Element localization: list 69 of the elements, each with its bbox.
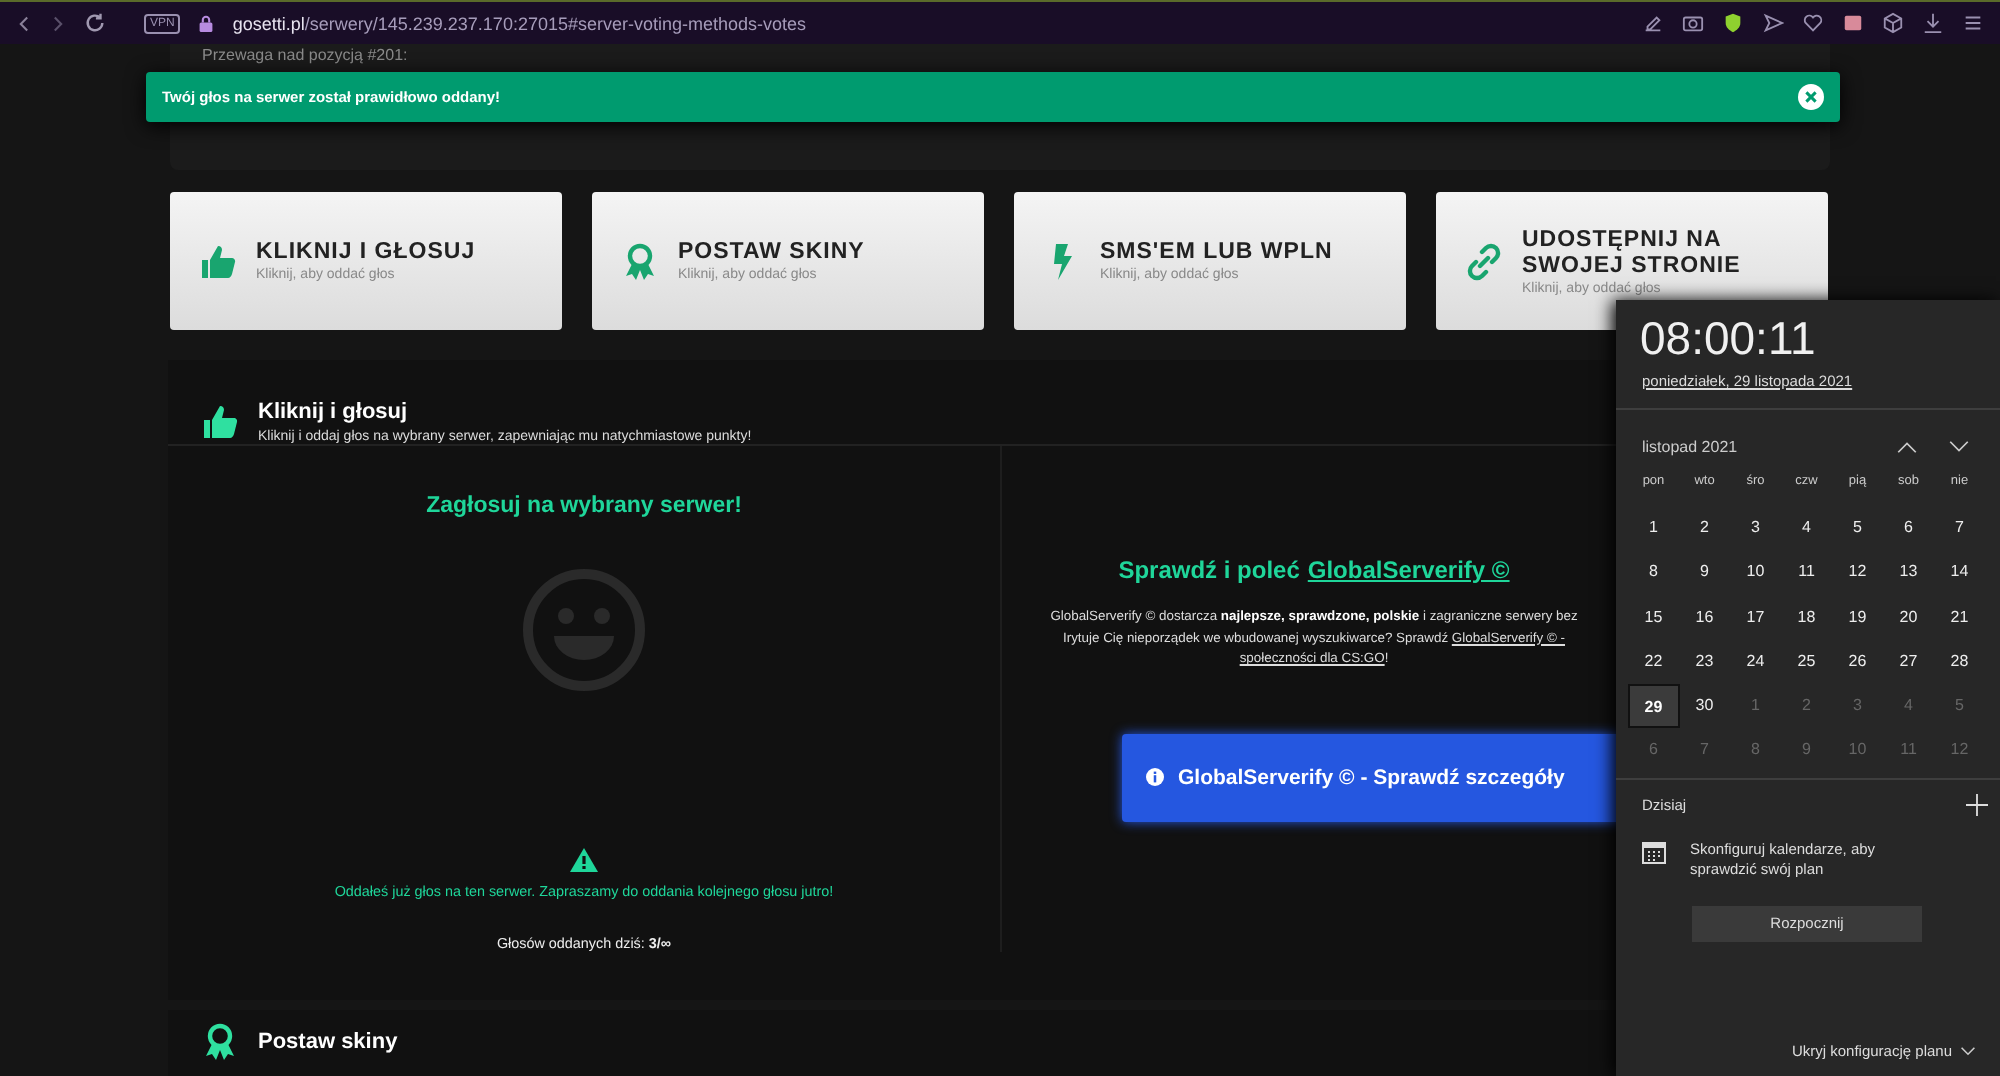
menu-icon[interactable]: [1962, 12, 1984, 34]
lock-icon[interactable]: [198, 13, 215, 33]
calendar-day[interactable]: 24: [1730, 639, 1781, 685]
address-bar-url[interactable]: gosetti.pl/serwery/145.239.237.170:27015#server-voting-methods-votes: [232, 13, 807, 33]
stats-text: Przewaga nad pozycją #201:: [202, 46, 410, 66]
close-icon[interactable]: [1798, 84, 1824, 110]
calendar-day[interactable]: 16: [1679, 595, 1730, 640]
thumbs-up-icon: [200, 402, 240, 442]
calendar-day[interactable]: 12: [1832, 550, 1883, 596]
calendar-day[interactable]: 19: [1832, 595, 1883, 640]
calendar-day[interactable]: 7: [1934, 506, 1985, 551]
award-icon: [200, 1021, 240, 1061]
chevron-down-icon[interactable]: [1960, 1046, 1976, 1056]
calendar-day[interactable]: 5: [1832, 506, 1883, 551]
calendar-day[interactable]: 10: [1730, 550, 1781, 596]
edit-icon[interactable]: [1642, 12, 1664, 34]
extension-icon[interactable]: [1842, 12, 1864, 34]
link-icon: [1464, 241, 1504, 281]
warning-icon: [570, 848, 598, 872]
chevron-down-icon[interactable]: [1948, 440, 1970, 454]
section-title: Postaw skiny: [258, 1029, 398, 1053]
calendar-icon: [1642, 839, 1666, 864]
calendar-day[interactable]: 9: [1679, 550, 1730, 596]
method-title: SMS'EM LUB WPLN: [1100, 240, 1333, 266]
plus-icon[interactable]: [1966, 793, 1988, 816]
method-title: POSTAW SKINY: [678, 240, 865, 266]
calendar-day[interactable]: 11: [1781, 550, 1832, 596]
calendar-day[interactable]: 29: [1628, 684, 1679, 729]
cube-icon[interactable]: [1882, 12, 1904, 34]
forward-icon[interactable]: [50, 13, 66, 33]
calendar-day[interactable]: 8: [1628, 550, 1679, 596]
calendar-day[interactable]: 25: [1781, 639, 1832, 685]
calendar-day[interactable]: 30: [1679, 684, 1730, 729]
download-icon[interactable]: [1922, 12, 1944, 34]
back-icon[interactable]: [16, 13, 32, 33]
calendar-day[interactable]: 23: [1679, 639, 1730, 685]
calendar-day[interactable]: 6: [1883, 506, 1934, 551]
method-title: KLIKNIJ I GŁOSUJ: [256, 240, 476, 266]
calendar-day[interactable]: 3: [1730, 506, 1781, 551]
reload-icon[interactable]: [84, 12, 106, 34]
calendar-day[interactable]: 13: [1883, 550, 1934, 596]
calendar-day[interactable]: 17: [1730, 595, 1781, 640]
thumbs-up-icon: [198, 241, 238, 281]
calendar-day[interactable]: 2: [1679, 506, 1730, 551]
calendar-day[interactable]: 26: [1832, 639, 1883, 685]
calendar-day[interactable]: 4: [1781, 506, 1832, 551]
section-title: Kliknij i głosuj: [258, 400, 410, 424]
calendar-day[interactable]: 20: [1883, 595, 1934, 640]
recommend-heading: Sprawdź i poleć: [1118, 556, 1300, 584]
calendar-day[interactable]: 14: [1934, 550, 1985, 596]
calendar-day[interactable]: 27: [1883, 639, 1934, 685]
calendar-day[interactable]: 21: [1934, 595, 1985, 640]
send-icon[interactable]: [1762, 12, 1784, 34]
calendar-day[interactable]: 1: [1628, 506, 1679, 551]
serverify-link[interactable]: GlobalServerify ©: [1307, 556, 1510, 584]
month-label[interactable]: listopad 2021: [1642, 438, 1866, 456]
heart-icon[interactable]: [1802, 12, 1824, 34]
calendar-day[interactable]: 22: [1628, 639, 1679, 685]
chevron-up-icon[interactable]: [1896, 440, 1918, 454]
smiley-icon: [522, 568, 646, 692]
shield-icon[interactable]: [1722, 12, 1744, 34]
calendar-day[interactable]: 15: [1628, 595, 1679, 640]
method-title: UDOSTĘPNIJ NA SWOJEJ STRONIE: [1522, 227, 1743, 279]
camera-icon[interactable]: [1682, 12, 1704, 34]
calendar-day[interactable]: 18: [1781, 595, 1832, 640]
award-icon: [620, 241, 660, 281]
info-icon: [1146, 768, 1164, 786]
calendar-day[interactable]: 28: [1934, 639, 1985, 685]
vote-heading: Zagłosuj na wybrany serwer!: [426, 494, 742, 518]
